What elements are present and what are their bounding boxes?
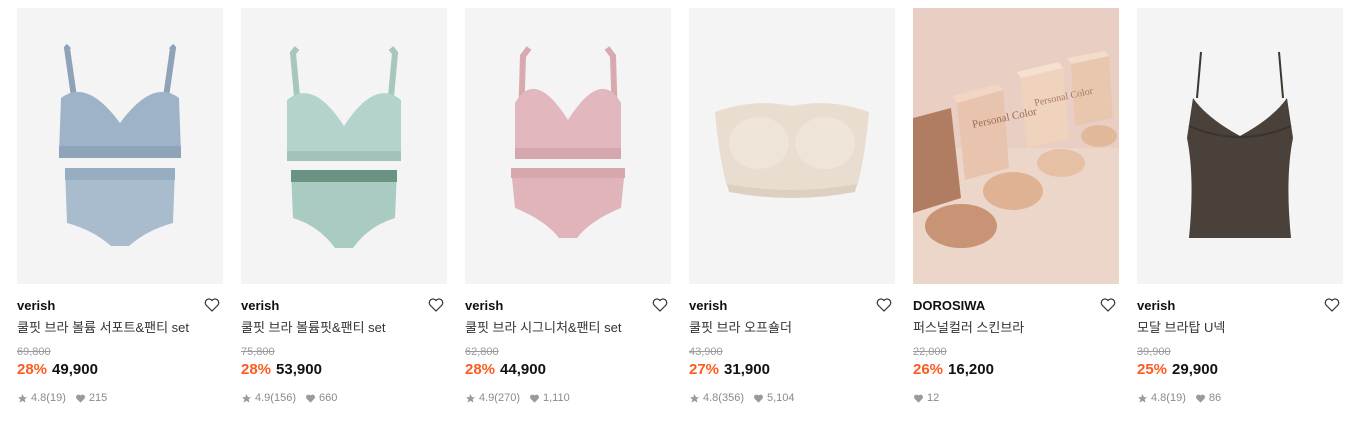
like-count: 86 (1208, 392, 1222, 404)
heart-icon[interactable] (1323, 296, 1341, 314)
price-row: 28% 44,900 (465, 361, 671, 379)
product-name[interactable]: 쿨핏 브라 시그니처&팬티 set (465, 320, 671, 336)
rating: 4.9 (255, 392, 271, 404)
product-card[interactable]: verish 쿨핏 브라 볼륨핏&팬티 set 75,800 28% 53,900… (241, 8, 447, 405)
strapless-bra-illustration (715, 103, 869, 198)
heart-filled-icon (754, 394, 763, 403)
review-count: (270) (494, 392, 520, 404)
product-name[interactable]: 쿨핏 브라 오프숄더 (689, 320, 895, 336)
product-stats: 4.8 (19) 215 (17, 391, 223, 405)
heart-icon[interactable] (651, 296, 669, 314)
heart-icon[interactable] (203, 296, 221, 314)
like-count: 5,104 (766, 392, 795, 404)
product-image[interactable] (689, 8, 895, 284)
bra-set-illustration (59, 43, 181, 246)
product-name[interactable]: 쿨핏 브라 볼륨 서포트&팬티 set (17, 320, 223, 336)
product-card[interactable]: verish 쿨핏 브라 오프숄더 43,900 27% 31,900 4.8 (3… (689, 8, 895, 405)
sale-price: 49,900 (52, 361, 98, 378)
original-price: 75,800 (241, 346, 275, 358)
discount-rate: 28% (241, 361, 272, 378)
brand-name[interactable]: verish (689, 298, 895, 314)
discount-rate: 26% (913, 361, 944, 378)
original-price: 62,800 (465, 346, 499, 358)
review-count: (19) (46, 392, 66, 404)
price-row: 27% 31,900 (689, 361, 895, 379)
price-row: 26% 16,200 (913, 361, 1119, 379)
product-image[interactable] (241, 8, 447, 284)
product-card[interactable]: verish 쿨핏 브라 볼륨 서포트&팬티 set 69,800 28% 49,… (17, 8, 223, 405)
like-count: 12 (927, 392, 940, 404)
product-name[interactable]: 퍼스널컬러 스킨브라 (913, 320, 1119, 336)
product-stats: 4.9 (156) 660 (241, 391, 447, 405)
sale-price: 16,200 (948, 361, 994, 378)
heart-icon[interactable] (427, 296, 445, 314)
discount-rate: 28% (465, 361, 496, 378)
original-price: 22,000 (913, 346, 947, 358)
rating: 4.8 (703, 392, 719, 404)
product-card[interactable]: verish 모달 브라탑 U넥 39,900 25% 29,900 4.8 (19… (1137, 8, 1343, 405)
product-stats: 4.8 (356) 5,104 (689, 391, 895, 405)
sale-price: 29,900 (1172, 361, 1218, 378)
product-name[interactable]: 모달 브라탑 U넥 (1137, 320, 1343, 336)
brand-name[interactable]: verish (465, 298, 671, 314)
star-icon (465, 393, 476, 403)
product-card[interactable]: verish 쿨핏 브라 시그니처&팬티 set 62,800 28% 44,90… (465, 8, 671, 405)
rating: 4.9 (479, 392, 495, 404)
brand-name[interactable]: verish (17, 298, 223, 314)
heart-filled-icon (530, 394, 539, 403)
heart-icon[interactable] (1099, 296, 1117, 314)
discount-rate: 28% (17, 361, 48, 378)
heart-filled-icon (75, 394, 85, 403)
original-price: 39,900 (1137, 346, 1171, 358)
star-icon (689, 393, 700, 403)
star-icon (241, 393, 252, 403)
like-count: 215 (88, 392, 108, 404)
discount-rate: 27% (689, 361, 720, 378)
product-stats: 4.8 (19) 86 (1137, 391, 1343, 405)
price-row: 25% 29,900 (1137, 361, 1343, 379)
product-name[interactable]: 쿨핏 브라 볼륨핏&팬티 set (241, 320, 447, 336)
price-row: 28% 53,900 (241, 361, 447, 379)
sale-price: 44,900 (500, 361, 546, 378)
heart-filled-icon (306, 394, 315, 403)
product-image[interactable] (1137, 8, 1343, 284)
product-grid: verish 쿨핏 브라 볼륨 서포트&팬티 set 69,800 28% 49,… (0, 0, 1348, 425)
brand-name[interactable]: verish (1137, 298, 1343, 314)
product-card[interactable]: Personal Color Personal Color DOROSIWA 퍼… (913, 8, 1119, 405)
product-image[interactable] (17, 8, 223, 284)
like-count: 660 (318, 392, 338, 404)
discount-rate: 25% (1137, 361, 1168, 378)
sale-price: 31,900 (724, 361, 770, 378)
price-row: 28% 49,900 (17, 361, 223, 379)
heart-filled-icon (1195, 394, 1205, 403)
like-count: 1,110 (542, 392, 570, 404)
star-icon (1137, 393, 1148, 403)
brand-name[interactable]: DOROSIWA (913, 298, 1119, 314)
product-stats: 12 (913, 391, 1119, 405)
review-count: (19) (1166, 392, 1186, 404)
product-image[interactable] (465, 8, 671, 284)
original-price: 69,800 (17, 346, 51, 358)
review-count: (356) (718, 392, 744, 404)
rating: 4.8 (31, 392, 47, 404)
product-image[interactable]: Personal Color Personal Color (913, 8, 1119, 284)
bra-set-illustration (287, 46, 401, 248)
review-count: (156) (270, 392, 296, 404)
original-price: 43,900 (689, 346, 723, 358)
product-stats: 4.9 (270) 1,110 (465, 391, 671, 405)
brand-name[interactable]: verish (241, 298, 447, 314)
bra-set-illustration (511, 46, 625, 238)
heart-filled-icon (914, 394, 923, 403)
skin-bra-boxes-illustration: Personal Color Personal Color (913, 8, 1119, 284)
bra-top-illustration (1187, 51, 1293, 238)
star-icon (17, 393, 28, 403)
heart-icon[interactable] (875, 296, 893, 314)
sale-price: 53,900 (276, 361, 322, 378)
rating: 4.8 (1151, 392, 1167, 404)
